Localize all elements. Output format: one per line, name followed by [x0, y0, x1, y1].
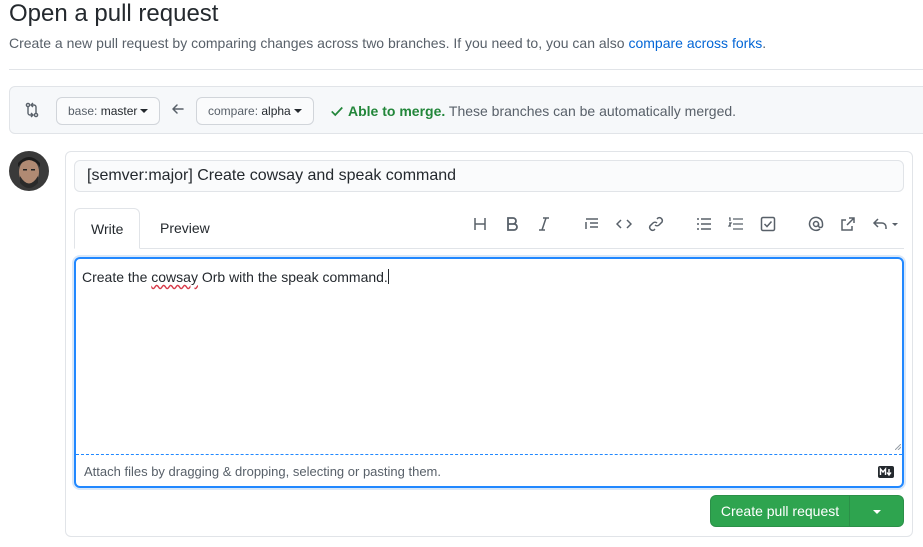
mention-icon[interactable]: [808, 216, 824, 232]
link-icon[interactable]: [648, 216, 664, 232]
comment-editor[interactable]: Create the cowsay Orb with the speak com…: [74, 257, 904, 488]
body-text-end: Orb with the speak command.: [197, 269, 388, 285]
base-branch-select[interactable]: base: master: [56, 97, 161, 125]
tab-preview[interactable]: Preview: [144, 208, 226, 248]
create-options-dropdown[interactable]: [849, 495, 904, 527]
pull-request-form: Write Preview Create the cowsay Orb with…: [65, 151, 913, 537]
compare-prefix: compare:: [208, 104, 262, 118]
unordered-list-icon[interactable]: [696, 216, 712, 232]
markdown-icon[interactable]: [878, 466, 894, 478]
compare-branch-select[interactable]: compare: alpha: [196, 97, 314, 125]
avatar[interactable]: [9, 151, 49, 191]
base-branch-name: master: [100, 104, 138, 118]
divider: [9, 69, 923, 70]
compare-icon: [25, 102, 39, 118]
reply-icon[interactable]: [872, 216, 900, 232]
page-subtitle: Create a new pull request by comparing c…: [9, 34, 766, 52]
bold-icon[interactable]: [504, 216, 520, 232]
attach-files-hint[interactable]: Attach files by dragging & dropping, sel…: [84, 464, 441, 479]
heading-icon[interactable]: [472, 216, 488, 232]
merge-description: These branches can be automatically merg…: [445, 103, 737, 119]
merge-ok-label: Able to merge.: [348, 103, 446, 119]
italic-icon[interactable]: [536, 216, 552, 232]
quote-icon[interactable]: [584, 216, 600, 232]
arrow-left-icon: [172, 104, 184, 114]
compare-branch-name: alpha: [261, 104, 291, 118]
chevron-down-icon: [293, 108, 302, 113]
range-editor: base: master compare: alpha Able to merg…: [9, 86, 923, 134]
merge-status: Able to merge. These branches can be aut…: [330, 102, 736, 120]
avatar-image: [9, 151, 49, 191]
pr-title-input[interactable]: [74, 160, 904, 192]
reference-icon[interactable]: [840, 216, 856, 232]
base-prefix: base:: [68, 104, 101, 118]
compare-forks-link[interactable]: compare across forks: [628, 35, 762, 51]
code-icon[interactable]: [616, 216, 632, 232]
subtitle-period: .: [762, 35, 767, 51]
body-misspelled-word: cowsay: [151, 269, 198, 285]
text-cursor: [387, 269, 389, 284]
comment-body-textarea[interactable]: Create the cowsay Orb with the speak com…: [76, 259, 902, 455]
chevron-down-icon: [873, 510, 881, 514]
editor-tabs: Write Preview: [74, 208, 904, 249]
check-icon: [331, 106, 343, 117]
page-title: Open a pull request: [9, 0, 219, 27]
create-pull-request-button[interactable]: Create pull request: [710, 495, 850, 527]
subtitle-text: Create a new pull request by comparing c…: [9, 35, 629, 51]
tab-write[interactable]: Write: [74, 208, 141, 249]
resize-handle-icon[interactable]: [895, 444, 901, 450]
task-list-icon[interactable]: [760, 216, 776, 232]
body-text-start: Create the: [82, 269, 152, 285]
chevron-down-icon: [140, 108, 149, 113]
ordered-list-icon[interactable]: [728, 216, 744, 232]
